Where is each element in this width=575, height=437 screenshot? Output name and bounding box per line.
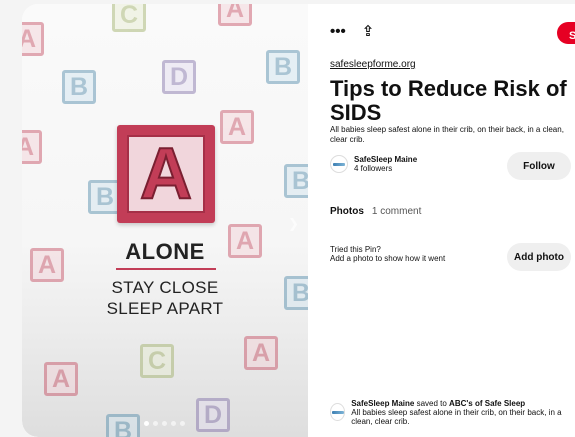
background-block: A	[218, 4, 252, 26]
carousel-dot[interactable]	[180, 421, 185, 426]
tried-this-pin: Tried this Pin? Add a photo to show how …	[330, 245, 500, 263]
avatar[interactable]	[330, 403, 346, 421]
pin-detail-panel: ••• ⇪ Save safesleepforme.org Tips to Re…	[308, 4, 575, 437]
background-block: A	[220, 110, 254, 144]
follower-count: 4 followers	[354, 164, 393, 173]
background-block: B	[284, 164, 308, 198]
saved-text: All babies sleep safest alone in their c…	[351, 408, 562, 426]
carousel-dots[interactable]	[144, 421, 185, 426]
background-block: A	[44, 362, 78, 396]
tab-photos[interactable]: Photos	[330, 206, 364, 217]
caption-line-3: SLEEP APART	[106, 299, 224, 318]
caption-divider	[116, 268, 216, 270]
background-block: B	[106, 414, 140, 437]
follow-button[interactable]: Follow	[507, 152, 571, 180]
carousel-dot[interactable]	[153, 421, 158, 426]
chevron-right-icon[interactable]: ❯	[288, 216, 299, 232]
more-options-icon[interactable]: •••	[330, 24, 346, 40]
background-block: D	[162, 60, 196, 94]
save-button[interactable]: Save	[557, 22, 575, 44]
background-block: D	[196, 398, 230, 432]
carousel-dot[interactable]	[171, 421, 176, 426]
pin-description: All babies sleep safest alone in their c…	[330, 125, 564, 144]
saved-board[interactable]: ABC's of Safe Sleep	[449, 399, 525, 408]
tried-question: Tried this Pin?	[330, 245, 381, 254]
pin-title: Tips to Reduce Risk of SIDS	[330, 76, 567, 125]
avatar[interactable]	[330, 155, 348, 173]
background-block: C	[112, 4, 146, 32]
background-block: C	[140, 344, 174, 378]
pin-closeup: ACABDBAABBAABCAABD A ALONE STAY CLOSE SL…	[22, 4, 575, 437]
add-photo-button[interactable]: Add photo	[507, 243, 571, 271]
share-icon[interactable]: ⇪	[362, 24, 375, 40]
background-block: A	[22, 22, 44, 56]
saved-action: saved to	[414, 399, 450, 408]
caption-line-2: STAY CLOSE	[111, 278, 219, 297]
source-link[interactable]: safesleepforme.org	[330, 59, 416, 70]
background-block: A	[22, 130, 42, 164]
background-block: A	[244, 336, 278, 370]
background-block: B	[266, 50, 300, 84]
pin-toolbar: ••• ⇪	[330, 24, 374, 40]
tried-prompt: Add a photo to show how it went	[330, 254, 446, 263]
saved-activity: SafeSleep Maine saved to ABC's of Safe S…	[330, 399, 575, 426]
creator-info[interactable]: SafeSleep Maine 4 followers	[330, 155, 417, 173]
caption-main: ALONE	[125, 239, 205, 264]
pin-tabs: Photos 1 comment	[330, 206, 421, 217]
creator-name[interactable]: SafeSleep Maine	[354, 155, 417, 164]
tab-comments[interactable]: 1 comment	[372, 206, 421, 217]
letter-block-a: A	[117, 125, 215, 223]
carousel-dot[interactable]	[162, 421, 167, 426]
pin-image[interactable]: ACABDBAABBAABCAABD A ALONE STAY CLOSE SL…	[22, 4, 308, 437]
carousel-dot[interactable]	[144, 421, 149, 426]
background-block: B	[62, 70, 96, 104]
saved-user[interactable]: SafeSleep Maine	[351, 399, 414, 408]
block-letter: A	[139, 134, 193, 214]
